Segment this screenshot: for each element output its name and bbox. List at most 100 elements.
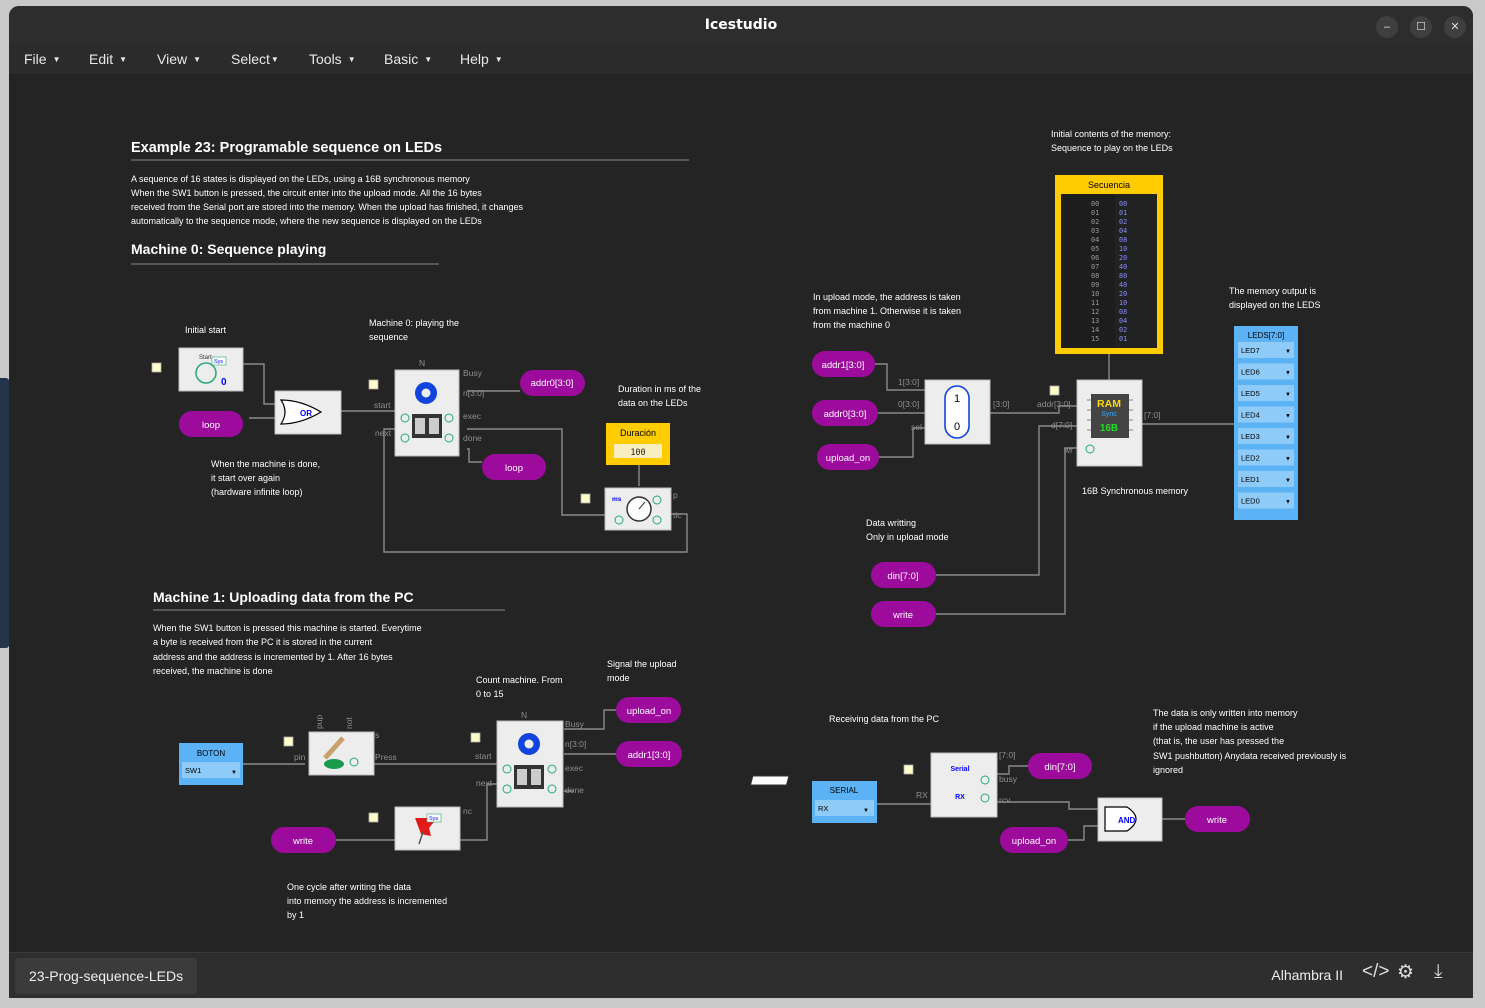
svg-text:n[3:0]: n[3:0] [463, 388, 484, 398]
start-block[interactable]: Start Sys 0 [178, 347, 244, 392]
led-label: LED1 [1241, 475, 1260, 484]
svg-text:busy: busy [999, 774, 1018, 784]
memory-value: 08 [1119, 308, 1127, 316]
note-only-written: SW1 pushbutton) Anydata received previou… [1153, 751, 1347, 761]
menu-view[interactable]: View ▼ [157, 51, 201, 67]
label-addr0: addr0[3:0] [824, 409, 867, 420]
multiplexer-block[interactable]: 1 0 [924, 379, 991, 445]
machine1-counter-block[interactable] [496, 720, 564, 808]
svg-text:[7:0]: [7:0] [1144, 410, 1161, 420]
svg-text:done: done [565, 785, 584, 795]
note-m0-playing: Machine 0: playing the [369, 318, 459, 328]
note-data-writing: Data writting [866, 518, 916, 528]
close-icon[interactable]: ✕ [1444, 16, 1466, 38]
label-din: din[7:0] [1044, 762, 1075, 773]
svg-text:p: p [673, 490, 678, 500]
svg-text:nc: nc [463, 806, 473, 816]
code-icon[interactable]: </> [1362, 961, 1389, 983]
button-block[interactable] [308, 731, 375, 776]
memory-value: 08 [1119, 236, 1127, 244]
label-loop: loop [202, 420, 220, 431]
svg-text:SERIAL: SERIAL [830, 786, 859, 795]
svg-text:OR: OR [300, 409, 312, 418]
or-gate[interactable]: OR [274, 390, 342, 435]
svg-text:wr: wr [1063, 445, 1073, 455]
secuencia-memory[interactable]: Secuencia 00 0001 0102 0203 0404 0805 1006 2007… [1055, 175, 1163, 354]
maximize-icon[interactable]: ☐ [1410, 16, 1432, 38]
heading-machine1: Machine 1: Uploading data from the PC [153, 589, 414, 605]
svg-text:Duración: Duración [620, 428, 656, 438]
svg-text:SW1: SW1 [185, 766, 201, 775]
menu-help[interactable]: Help ▼ [460, 51, 503, 67]
svg-text:Busy: Busy [463, 368, 483, 378]
svg-text:1[3:0]: 1[3:0] [898, 377, 919, 387]
note-upload-mode: In upload mode, the address is taken [813, 292, 961, 302]
svg-text:Sync: Sync [1101, 411, 1117, 418]
machine0-counter-block[interactable] [394, 369, 460, 457]
led-label: LED2 [1241, 454, 1260, 463]
svg-text:s: s [375, 730, 379, 740]
svg-text:pup: pup [314, 715, 324, 729]
label-write: write [292, 836, 313, 847]
pulse-block[interactable]: Sys [394, 806, 461, 851]
svg-text:N: N [521, 710, 527, 720]
chevron-down-icon: ▼ [1285, 500, 1291, 506]
label-write: write [892, 610, 913, 621]
file-tab[interactable]: 23-Prog-sequence-LEDs [15, 958, 198, 994]
svg-text:rcv: rcv [999, 795, 1011, 805]
menu-edit[interactable]: Edit ▼ [89, 51, 127, 67]
note-only-written: ignored [1153, 765, 1183, 775]
m1-desc-line: a byte is received from the PC it is sto… [153, 637, 373, 647]
memory-value: 04 [1119, 227, 1127, 235]
memory-value: 10 [1119, 245, 1127, 253]
chevron-down-icon: ▼ [1285, 435, 1291, 441]
menu-basic[interactable]: Basic ▼ [384, 51, 432, 67]
label-addr0: addr0[3:0] [531, 378, 574, 389]
svg-text:LEDS[7:0]: LEDS[7:0] [1248, 331, 1284, 340]
memory-value: 40 [1119, 281, 1127, 289]
and-gate[interactable]: AND [1097, 797, 1163, 842]
note-upload-mode: from the machine 0 [813, 320, 890, 330]
duration-constant[interactable]: Duración 100 [606, 423, 670, 465]
memory-value: 20 [1119, 254, 1127, 262]
download-icon[interactable]: ⤓ [1434, 961, 1442, 983]
serial-input[interactable]: SERIAL RX ▼ [812, 781, 877, 823]
circuit-canvas[interactable]: Example 23: Programable sequence on LEDs… [9, 74, 1473, 952]
svg-text:BOTON: BOTON [197, 749, 226, 758]
svg-text:Busy: Busy [565, 719, 585, 729]
menu-bar: File ▼ Edit ▼ View ▼ Select▼ Tools ▼ Basic ▼ … [9, 46, 1473, 74]
desc-line: automatically to the sequence mode, wher… [131, 216, 482, 226]
svg-text:[3:0]: [3:0] [993, 399, 1010, 409]
menu-select[interactable]: Select▼ [231, 51, 279, 67]
desc-line: A sequence of 16 states is displayed on … [131, 174, 470, 184]
svg-text:start: start [475, 751, 492, 761]
label-addr1: addr1[3:0] [822, 360, 865, 371]
timer-block[interactable]: ms [604, 487, 672, 531]
board-selector[interactable]: Alhambra II [1271, 967, 1343, 983]
settings-gear-icon[interactable]: ⚙ [1397, 961, 1414, 984]
led-label: LED7 [1241, 346, 1260, 355]
note-count-machine: 0 to 15 [476, 689, 504, 699]
app-window: Icestudio – ☐ ✕ File ▼ Edit ▼ View ▼ Select… [9, 6, 1473, 998]
note-signal-upload: mode [607, 673, 630, 683]
chevron-down-icon: ▼ [1285, 371, 1291, 377]
memory-value: 01 [1119, 335, 1127, 343]
memory-address: 13 [1091, 317, 1099, 325]
memory-value: 10 [1119, 299, 1127, 307]
menu-file[interactable]: File ▼ [24, 51, 60, 67]
menu-tools[interactable]: Tools ▼ [309, 51, 356, 67]
ram-block[interactable]: RAM Sync 16B [1076, 379, 1143, 467]
leds-output[interactable]: LEDS[7:0] LED7 ▼ LED6 ▼ LED5 ▼ LED4 ▼ LED3 ▼ LED2 ▼… [1234, 326, 1298, 520]
label-din: din[7:0] [887, 571, 918, 582]
svg-text:exec: exec [565, 763, 584, 773]
memory-address: 01 [1091, 209, 1099, 217]
label-write: write [1206, 815, 1227, 826]
memory-value: 80 [1119, 272, 1127, 280]
memory-address: 03 [1091, 227, 1099, 235]
heading-main: Example 23: Programable sequence on LEDs [131, 140, 442, 156]
note-memory-initial: Sequence to play on the LEDs [1051, 143, 1173, 153]
minimize-icon[interactable]: – [1376, 16, 1398, 38]
m1-desc-line: received, the machine is done [153, 666, 273, 676]
m1-desc-line: When the SW1 button is pressed this mach… [153, 623, 422, 633]
boton-input[interactable]: BOTON SW1 ▼ [179, 743, 243, 785]
